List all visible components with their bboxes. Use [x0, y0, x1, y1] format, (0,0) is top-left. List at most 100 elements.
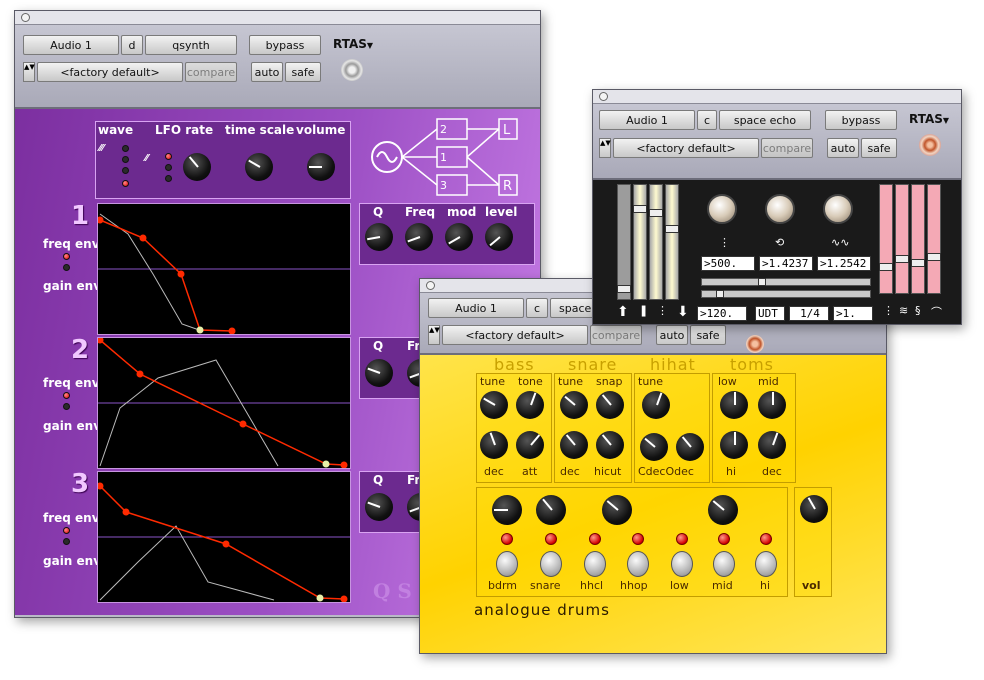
pause-icon[interactable]: ❚: [639, 304, 648, 317]
treble-slider[interactable]: [895, 184, 909, 294]
wave-led[interactable]: [122, 145, 129, 152]
bypass-button[interactable]: bypass: [825, 110, 897, 130]
voice-2-gain-led[interactable]: [63, 403, 70, 410]
hi-pad[interactable]: [755, 551, 777, 577]
wow-field[interactable]: >1.4237: [759, 256, 813, 271]
voice-1-freq-led[interactable]: [63, 253, 70, 260]
bypass-button[interactable]: bypass: [249, 35, 321, 55]
compare-button[interactable]: compare: [590, 325, 642, 345]
qsynth-titlebar[interactable]: [15, 11, 540, 25]
voice-2-freq-led[interactable]: [63, 392, 70, 399]
compare-button[interactable]: compare: [761, 138, 813, 158]
lfo-led[interactable]: [165, 164, 172, 171]
track-select[interactable]: Audio 1: [599, 110, 695, 130]
toms-hi-knob[interactable]: [720, 431, 748, 459]
preset-select[interactable]: <factory default>: [37, 62, 183, 82]
bass-tune-knob[interactable]: [480, 391, 508, 419]
toms-level-knob[interactable]: [708, 495, 738, 525]
up-arrow-icon[interactable]: ⬆: [617, 304, 629, 320]
voice-1-level-knob[interactable]: [485, 223, 513, 251]
echo-titlebar[interactable]: [593, 90, 961, 104]
bass-att-knob[interactable]: [516, 431, 544, 459]
repeat-slider[interactable]: [633, 184, 647, 300]
voice-1-gain-led[interactable]: [63, 264, 70, 271]
flutter-field[interactable]: >1.2542: [817, 256, 871, 271]
delay-knob[interactable]: [707, 194, 737, 224]
format-menu[interactable]: RTAS▼: [909, 112, 949, 126]
toms-dec-knob[interactable]: [758, 431, 786, 459]
reverb-slider[interactable]: [911, 184, 925, 294]
safe-button[interactable]: safe: [285, 62, 321, 82]
input-slider[interactable]: [617, 184, 631, 300]
preset-select[interactable]: <factory default>: [613, 138, 759, 158]
snare-tune-knob[interactable]: [560, 391, 588, 419]
mid-pad[interactable]: [713, 551, 735, 577]
tempo-field[interactable]: >120.: [697, 306, 747, 321]
plugin-select[interactable]: qsynth: [145, 35, 237, 55]
voice-1-q-knob[interactable]: [365, 223, 393, 251]
hihat-level-knob[interactable]: [602, 495, 632, 525]
bdrm-level-knob[interactable]: [492, 495, 522, 525]
toms-low-knob[interactable]: [720, 391, 748, 419]
slot-select[interactable]: d: [121, 35, 143, 55]
echo-slider[interactable]: [665, 184, 679, 300]
mix-hslider[interactable]: [701, 290, 871, 298]
wow-knob[interactable]: [765, 194, 795, 224]
safe-button[interactable]: safe: [861, 138, 897, 158]
division-field[interactable]: 1/4: [789, 306, 829, 321]
snare-pad[interactable]: [540, 551, 562, 577]
bdrm-pad[interactable]: [496, 551, 518, 577]
wave-led[interactable]: [122, 167, 129, 174]
lfo-rate-knob[interactable]: [183, 153, 211, 181]
compare-button[interactable]: compare: [185, 62, 237, 82]
wave-led[interactable]: [122, 180, 129, 187]
track-select[interactable]: Audio 1: [23, 35, 119, 55]
snare-hicut-knob[interactable]: [596, 431, 624, 459]
lfo-led[interactable]: [165, 175, 172, 182]
voice-2-q-knob[interactable]: [365, 359, 393, 387]
time-scale-knob[interactable]: [245, 153, 273, 181]
hihat-tune-knob[interactable]: [642, 391, 670, 419]
hihat-odec-knob[interactable]: [676, 433, 704, 461]
auto-button[interactable]: auto: [827, 138, 859, 158]
preset-arrows-icon[interactable]: ▲▼: [428, 325, 440, 345]
delay-field[interactable]: >500.: [701, 256, 755, 271]
snare-snap-knob[interactable]: [596, 391, 624, 419]
voice-1-envelope[interactable]: [96, 203, 351, 335]
hihat-cdec-knob[interactable]: [640, 433, 668, 461]
volume-knob[interactable]: [800, 495, 828, 523]
slot-select[interactable]: c: [697, 110, 717, 130]
slot-select[interactable]: c: [526, 298, 548, 318]
wave-led[interactable]: [122, 156, 129, 163]
mode-field[interactable]: UDT: [755, 306, 785, 321]
flutter-knob[interactable]: [823, 194, 853, 224]
level-slider[interactable]: [927, 184, 941, 294]
auto-button[interactable]: auto: [656, 325, 688, 345]
voice-1-freq-knob[interactable]: [405, 223, 433, 251]
safe-button[interactable]: safe: [690, 325, 726, 345]
snare-dec-knob[interactable]: [560, 431, 588, 459]
voice-3-envelope[interactable]: [96, 471, 351, 603]
intensity-slider[interactable]: [649, 184, 663, 300]
track-select[interactable]: Audio 1: [428, 298, 524, 318]
bass-dec-knob[interactable]: [480, 431, 508, 459]
auto-button[interactable]: auto: [251, 62, 283, 82]
preset-select[interactable]: <factory default>: [442, 325, 588, 345]
lfo-led[interactable]: [165, 153, 172, 160]
close-box-icon[interactable]: [599, 92, 608, 101]
voice-2-envelope[interactable]: [96, 336, 351, 469]
multiplier-field[interactable]: >1.: [833, 306, 873, 321]
close-box-icon[interactable]: [426, 281, 435, 290]
voice-3-q-knob[interactable]: [365, 493, 393, 521]
close-box-icon[interactable]: [21, 13, 30, 22]
bass-slider[interactable]: [879, 184, 893, 294]
plugin-select[interactable]: space echo: [719, 110, 811, 130]
hhcl-pad[interactable]: [584, 551, 606, 577]
toms-mid-knob[interactable]: [758, 391, 786, 419]
format-menu[interactable]: RTAS▼: [333, 37, 373, 51]
volume-knob[interactable]: [307, 153, 335, 181]
voice-3-gain-led[interactable]: [63, 538, 70, 545]
voice-1-mod-knob[interactable]: [445, 223, 473, 251]
bass-tone-knob[interactable]: [516, 391, 544, 419]
preset-arrows-icon[interactable]: ▲▼: [599, 138, 611, 158]
